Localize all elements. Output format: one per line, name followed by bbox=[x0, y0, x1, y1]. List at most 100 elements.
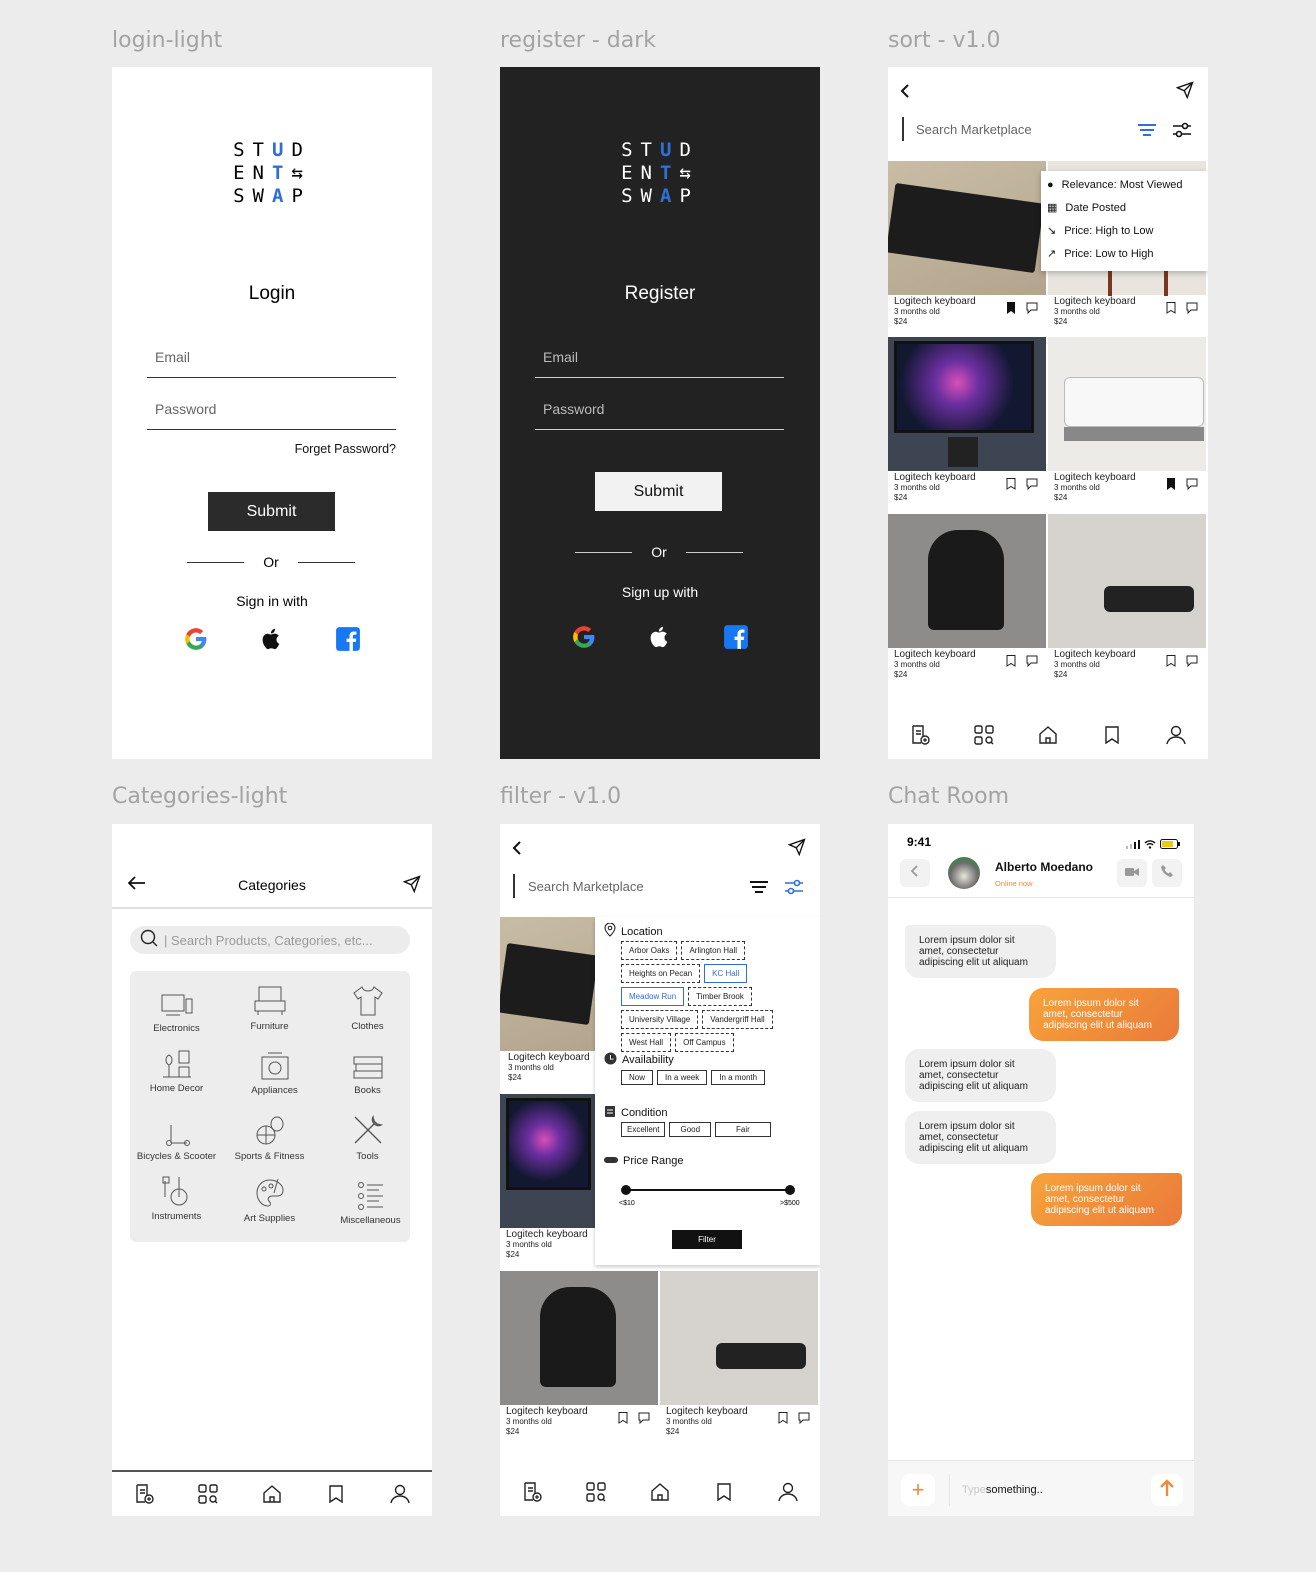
bookmark-icon[interactable] bbox=[713, 1481, 735, 1503]
category-electronics[interactable]: Electronics bbox=[130, 983, 223, 1034]
location-chip[interactable]: Timber Brook bbox=[688, 987, 752, 1006]
back-chevron-icon[interactable] bbox=[510, 840, 524, 861]
bookmark-icon[interactable] bbox=[778, 1411, 788, 1429]
bookmark-icon[interactable] bbox=[1166, 301, 1176, 319]
category-art-supplies[interactable]: Art Supplies bbox=[223, 1173, 316, 1224]
availability-chip[interactable]: In a week bbox=[657, 1070, 708, 1085]
price-slider-max-handle[interactable] bbox=[785, 1185, 795, 1195]
bookmark-icon[interactable] bbox=[325, 1483, 347, 1505]
message-input[interactable]: Type something.. bbox=[949, 1474, 1147, 1506]
location-chip-selected[interactable]: Meadow Run bbox=[621, 987, 685, 1006]
send-icon[interactable] bbox=[787, 838, 806, 861]
chat-icon[interactable] bbox=[1026, 477, 1038, 495]
bookmark-filled-icon[interactable] bbox=[1006, 301, 1016, 319]
chat-icon[interactable] bbox=[1186, 301, 1198, 319]
post-item-icon[interactable] bbox=[133, 1483, 155, 1505]
price-slider-track[interactable] bbox=[627, 1189, 791, 1191]
back-button[interactable] bbox=[900, 859, 930, 887]
send-icon[interactable] bbox=[402, 875, 421, 898]
location-chip-selected[interactable]: KC Hall bbox=[704, 964, 748, 983]
sort-option-relevance[interactable]: ● Relevance: Most Viewed bbox=[1041, 173, 1208, 196]
filter-sliders-icon[interactable] bbox=[1173, 122, 1191, 143]
email-field[interactable]: Email bbox=[535, 349, 784, 378]
video-call-button[interactable] bbox=[1117, 859, 1147, 887]
category-books[interactable]: Books bbox=[321, 1045, 414, 1096]
location-chip[interactable]: Arlington Hall bbox=[681, 941, 746, 960]
category-sports[interactable]: Sports & Fitness bbox=[223, 1111, 316, 1162]
profile-icon[interactable] bbox=[1165, 724, 1187, 746]
facebook-icon[interactable] bbox=[332, 623, 364, 655]
categories-search-icon[interactable] bbox=[973, 724, 995, 746]
condition-chip[interactable]: Good bbox=[669, 1122, 712, 1137]
home-icon[interactable] bbox=[261, 1483, 283, 1505]
listing-card[interactable]: Logitech keyboard 3 months old $24 bbox=[500, 1271, 658, 1447]
category-miscellaneous[interactable]: Miscellaneous bbox=[324, 1175, 417, 1226]
google-icon[interactable] bbox=[568, 621, 600, 653]
submit-button[interactable]: Submit bbox=[208, 492, 335, 531]
email-field[interactable]: Email bbox=[147, 349, 396, 378]
condition-chip[interactable]: Excellent bbox=[621, 1122, 666, 1137]
location-chip[interactable]: Arbor Oaks bbox=[621, 941, 678, 960]
listing-card[interactable]: Logitech keyboard 3 months old $24 bbox=[660, 1271, 818, 1447]
category-home-decor[interactable]: Home Decor bbox=[130, 1043, 223, 1094]
home-icon[interactable] bbox=[1037, 724, 1059, 746]
bookmark-icon[interactable] bbox=[1166, 654, 1176, 672]
bookmark-filled-icon[interactable] bbox=[1166, 477, 1176, 495]
home-icon[interactable] bbox=[649, 1481, 671, 1503]
listing-card[interactable]: Logitech keyboard 3 months old $24 bbox=[500, 917, 599, 1093]
chat-icon[interactable] bbox=[798, 1411, 810, 1429]
post-item-icon[interactable] bbox=[909, 724, 931, 746]
bookmark-icon[interactable] bbox=[1006, 477, 1016, 495]
condition-chip[interactable]: Fair bbox=[715, 1122, 771, 1137]
profile-icon[interactable] bbox=[389, 1483, 411, 1505]
search-input[interactable]: | Search Products, Categories, etc... bbox=[164, 933, 373, 948]
search-input[interactable]: Search Marketplace bbox=[528, 879, 644, 894]
back-chevron-icon[interactable] bbox=[898, 83, 912, 104]
chat-icon[interactable] bbox=[1026, 654, 1038, 672]
send-icon[interactable] bbox=[1175, 81, 1194, 104]
availability-chip[interactable]: In a month bbox=[711, 1070, 766, 1085]
sort-option-high-low[interactable]: ↘ Price: High to Low bbox=[1041, 219, 1208, 242]
category-furniture[interactable]: Furniture bbox=[223, 981, 316, 1032]
add-attachment-button[interactable]: + bbox=[901, 1474, 935, 1506]
submit-button[interactable]: Submit bbox=[595, 472, 722, 511]
categories-search-icon[interactable] bbox=[197, 1483, 219, 1505]
sort-icon[interactable] bbox=[750, 880, 768, 899]
post-item-icon[interactable] bbox=[521, 1481, 543, 1503]
listing-card[interactable]: Logitech keyboard 3 months old $24 bbox=[888, 161, 1046, 337]
apple-icon[interactable] bbox=[644, 621, 676, 653]
voice-call-button[interactable] bbox=[1152, 859, 1182, 887]
location-chip[interactable]: Vandergriff Hall bbox=[702, 1010, 773, 1029]
listing-card[interactable]: Logitech keyboard 3 months old $24 bbox=[1048, 337, 1206, 513]
sort-option-low-high[interactable]: ↗ Price: Low to High bbox=[1041, 242, 1208, 265]
sort-icon[interactable] bbox=[1138, 123, 1156, 142]
listing-card[interactable]: Logitech keyboard 3 months old $24 bbox=[888, 514, 1046, 690]
sort-option-date[interactable]: ▦ Date Posted bbox=[1041, 196, 1208, 219]
send-button[interactable] bbox=[1151, 1474, 1183, 1506]
categories-search-icon[interactable] bbox=[585, 1481, 607, 1503]
category-clothes[interactable]: Clothes bbox=[321, 981, 414, 1032]
facebook-icon[interactable] bbox=[720, 621, 752, 653]
filter-sliders-icon[interactable] bbox=[785, 879, 803, 900]
chat-icon[interactable] bbox=[1186, 654, 1198, 672]
location-chip[interactable]: Off Campus bbox=[675, 1033, 734, 1052]
price-slider-min-handle[interactable] bbox=[621, 1185, 631, 1195]
bookmark-icon[interactable] bbox=[1006, 654, 1016, 672]
password-field[interactable]: Password bbox=[147, 401, 396, 430]
availability-chip[interactable]: Now bbox=[621, 1070, 654, 1085]
listing-card[interactable]: Logitech keyboard 3 months old $24 bbox=[888, 337, 1046, 513]
search-input[interactable]: Search Marketplace bbox=[916, 122, 1032, 137]
bookmark-icon[interactable] bbox=[1101, 724, 1123, 746]
forgot-password-link[interactable]: Forget Password? bbox=[295, 442, 396, 456]
profile-icon[interactable] bbox=[777, 1481, 799, 1503]
category-bicycles[interactable]: Bicycles & Scooter bbox=[130, 1111, 223, 1162]
avatar[interactable] bbox=[948, 857, 980, 889]
location-chip[interactable]: University Village bbox=[621, 1010, 699, 1029]
password-field[interactable]: Password bbox=[535, 401, 784, 430]
google-icon[interactable] bbox=[180, 623, 212, 655]
location-chip[interactable]: West Hall bbox=[621, 1033, 672, 1052]
listing-card[interactable]: Logitech keyboard 3 months old $24 bbox=[1048, 514, 1206, 690]
category-appliances[interactable]: Appliances bbox=[228, 1045, 321, 1096]
chat-icon[interactable] bbox=[1026, 301, 1038, 319]
category-tools[interactable]: Tools bbox=[321, 1111, 414, 1162]
